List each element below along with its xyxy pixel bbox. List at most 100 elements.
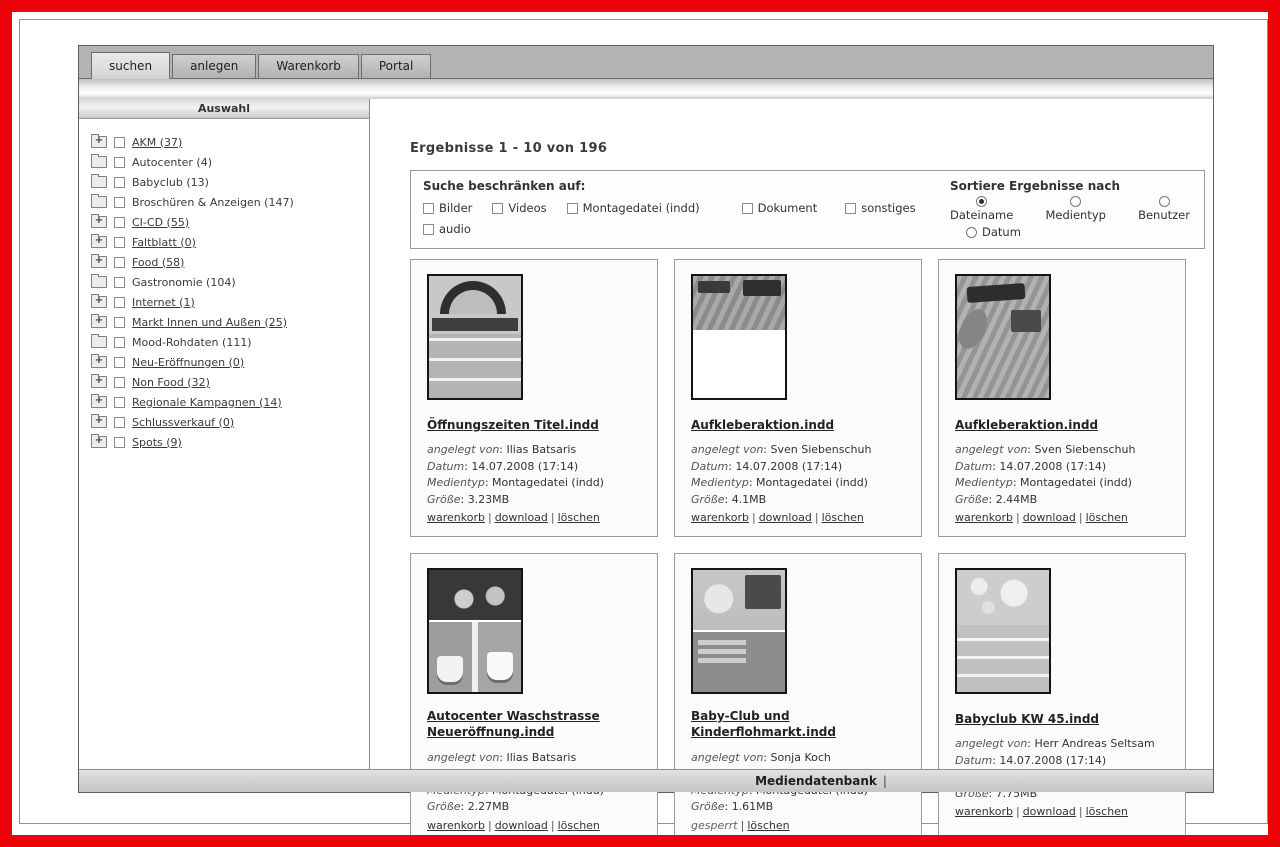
result-card: Öffnungszeiten Titel.indd angelegt von: …	[410, 259, 658, 537]
folder-plus-icon[interactable]	[91, 296, 107, 308]
filter-checkbox-montagedatei[interactable]: Montagedatei (indd)	[567, 201, 700, 215]
checkbox-icon[interactable]	[845, 203, 856, 214]
loeschen-link[interactable]: löschen	[558, 819, 600, 832]
category-checkbox[interactable]	[114, 337, 125, 348]
loeschen-link[interactable]: löschen	[747, 819, 789, 832]
sort-radio-dateiname[interactable]	[976, 196, 987, 207]
result-title-link[interactable]: Öffnungszeiten Titel.indd	[427, 417, 599, 433]
warenkorb-link[interactable]: warenkorb	[955, 805, 1013, 818]
result-title-link[interactable]: Babyclub KW 45.indd	[955, 711, 1099, 727]
checkbox-icon[interactable]	[742, 203, 753, 214]
folder-plus-icon[interactable]	[91, 256, 107, 268]
folder-plus-icon[interactable]	[91, 356, 107, 368]
category-checkbox[interactable]	[114, 377, 125, 388]
folder-plus-icon[interactable]	[91, 236, 107, 248]
meta-label: Medientyp	[427, 476, 485, 489]
tab-portal[interactable]: Portal	[361, 54, 431, 78]
checkbox-icon[interactable]	[423, 224, 434, 235]
warenkorb-link[interactable]: warenkorb	[691, 511, 749, 524]
filter-checkbox-dokument[interactable]: Dokument	[742, 201, 818, 215]
warenkorb-link[interactable]: warenkorb	[427, 819, 485, 832]
loeschen-link[interactable]: löschen	[1086, 805, 1128, 818]
filter-checkbox-sonstiges[interactable]: sonstiges	[845, 201, 915, 215]
category-link[interactable]: CI-CD (55)	[132, 216, 189, 229]
sort-option-label: Dateiname	[950, 208, 1013, 222]
tab-warenkorb[interactable]: Warenkorb	[258, 54, 359, 78]
category-checkbox[interactable]	[114, 357, 125, 368]
category-link[interactable]: Food (58)	[132, 256, 184, 269]
category-checkbox[interactable]	[114, 177, 125, 188]
category-link[interactable]: Regionale Kampagnen (14)	[132, 396, 282, 409]
category-checkbox[interactable]	[114, 297, 125, 308]
category-checkbox[interactable]	[114, 137, 125, 148]
sort-radio-benutzer[interactable]	[1159, 196, 1170, 207]
download-link[interactable]: download	[1023, 805, 1076, 818]
loeschen-link[interactable]: löschen	[1086, 511, 1128, 524]
filter-checkbox-videos[interactable]: Videos	[492, 201, 546, 215]
category-link[interactable]: Schlussverkauf (0)	[132, 416, 234, 429]
category-checkbox[interactable]	[114, 217, 125, 228]
tree-item-akm: AKM (37)	[91, 135, 369, 149]
result-thumbnail[interactable]	[955, 274, 1051, 400]
warenkorb-link[interactable]: warenkorb	[955, 511, 1013, 524]
filter-checkbox-audio[interactable]: audio	[423, 222, 471, 236]
folder-plus-icon[interactable]	[91, 376, 107, 388]
category-link[interactable]: Internet (1)	[132, 296, 195, 309]
meta-colon: :	[499, 443, 506, 456]
category-checkbox[interactable]	[114, 317, 125, 328]
folder-plus-icon[interactable]	[91, 136, 107, 148]
category-checkbox[interactable]	[114, 277, 125, 288]
category-link[interactable]: Non Food (32)	[132, 376, 210, 389]
download-link[interactable]: download	[1023, 511, 1076, 524]
sort-radio-medientyp[interactable]	[1070, 196, 1081, 207]
folder-plus-icon[interactable]	[91, 436, 107, 448]
loeschen-link[interactable]: löschen	[822, 511, 864, 524]
folder-plus-icon[interactable]	[91, 396, 107, 408]
category-link[interactable]: Markt Innen und Außen (25)	[132, 316, 287, 329]
folder-plus-icon[interactable]	[91, 316, 107, 328]
download-link[interactable]: download	[495, 511, 548, 524]
result-title-link[interactable]: Aufkleberaktion.indd	[691, 417, 834, 433]
result-thumbnail[interactable]	[427, 568, 523, 694]
warenkorb-link[interactable]: warenkorb	[427, 511, 485, 524]
result-title-link[interactable]: Baby-Club und Kinderflohmarkt.indd	[691, 708, 905, 740]
filter-checkbox-bilder[interactable]: Bilder	[423, 201, 472, 215]
category-checkbox[interactable]	[114, 257, 125, 268]
category-checkbox[interactable]	[114, 417, 125, 428]
filter-checkbox-row: Bilder Videos Montagedatei (indd)	[423, 201, 936, 215]
checkbox-icon[interactable]	[423, 203, 434, 214]
sort-radio-datum[interactable]	[966, 227, 977, 238]
result-title-link[interactable]: Autocenter Waschstrasse Neueröffnung.ind…	[427, 708, 641, 740]
tab-anlegen[interactable]: anlegen	[172, 54, 256, 78]
mediendatenbank-window: suchen anlegen Warenkorb Portal Auswahl …	[78, 45, 1214, 793]
category-link[interactable]: Neu-Eröffnungen (0)	[132, 356, 244, 369]
result-thumbnail[interactable]	[691, 568, 787, 694]
result-title-link[interactable]: Aufkleberaktion.indd	[955, 417, 1098, 433]
category-link[interactable]: Spots (9)	[132, 436, 182, 449]
result-thumbnail[interactable]	[691, 274, 787, 400]
category-link[interactable]: AKM (37)	[132, 136, 182, 149]
checkbox-icon[interactable]	[567, 203, 578, 214]
meta-value: Montagedatei (indd)	[1020, 476, 1132, 489]
category-checkbox[interactable]	[114, 437, 125, 448]
tree-item-ci-cd: CI-CD (55)	[91, 215, 369, 229]
tab-suchen[interactable]: suchen	[91, 52, 170, 79]
checkbox-label: Bilder	[439, 201, 472, 215]
result-thumbnail[interactable]	[955, 568, 1051, 694]
category-label: Gastronomie (104)	[132, 276, 236, 289]
thumbnail-art	[429, 334, 521, 398]
download-link[interactable]: download	[495, 819, 548, 832]
category-checkbox[interactable]	[114, 237, 125, 248]
category-checkbox[interactable]	[114, 397, 125, 408]
category-checkbox[interactable]	[114, 197, 125, 208]
category-link[interactable]: Faltblatt (0)	[132, 236, 196, 249]
folder-plus-icon[interactable]	[91, 216, 107, 228]
loeschen-link[interactable]: löschen	[558, 511, 600, 524]
result-thumbnail[interactable]	[427, 274, 523, 400]
folder-plus-icon[interactable]	[91, 416, 107, 428]
checkbox-icon[interactable]	[492, 203, 503, 214]
meta-label: Größe	[691, 800, 724, 813]
category-checkbox[interactable]	[114, 157, 125, 168]
thumbnail-art	[698, 281, 730, 293]
download-link[interactable]: download	[759, 511, 812, 524]
